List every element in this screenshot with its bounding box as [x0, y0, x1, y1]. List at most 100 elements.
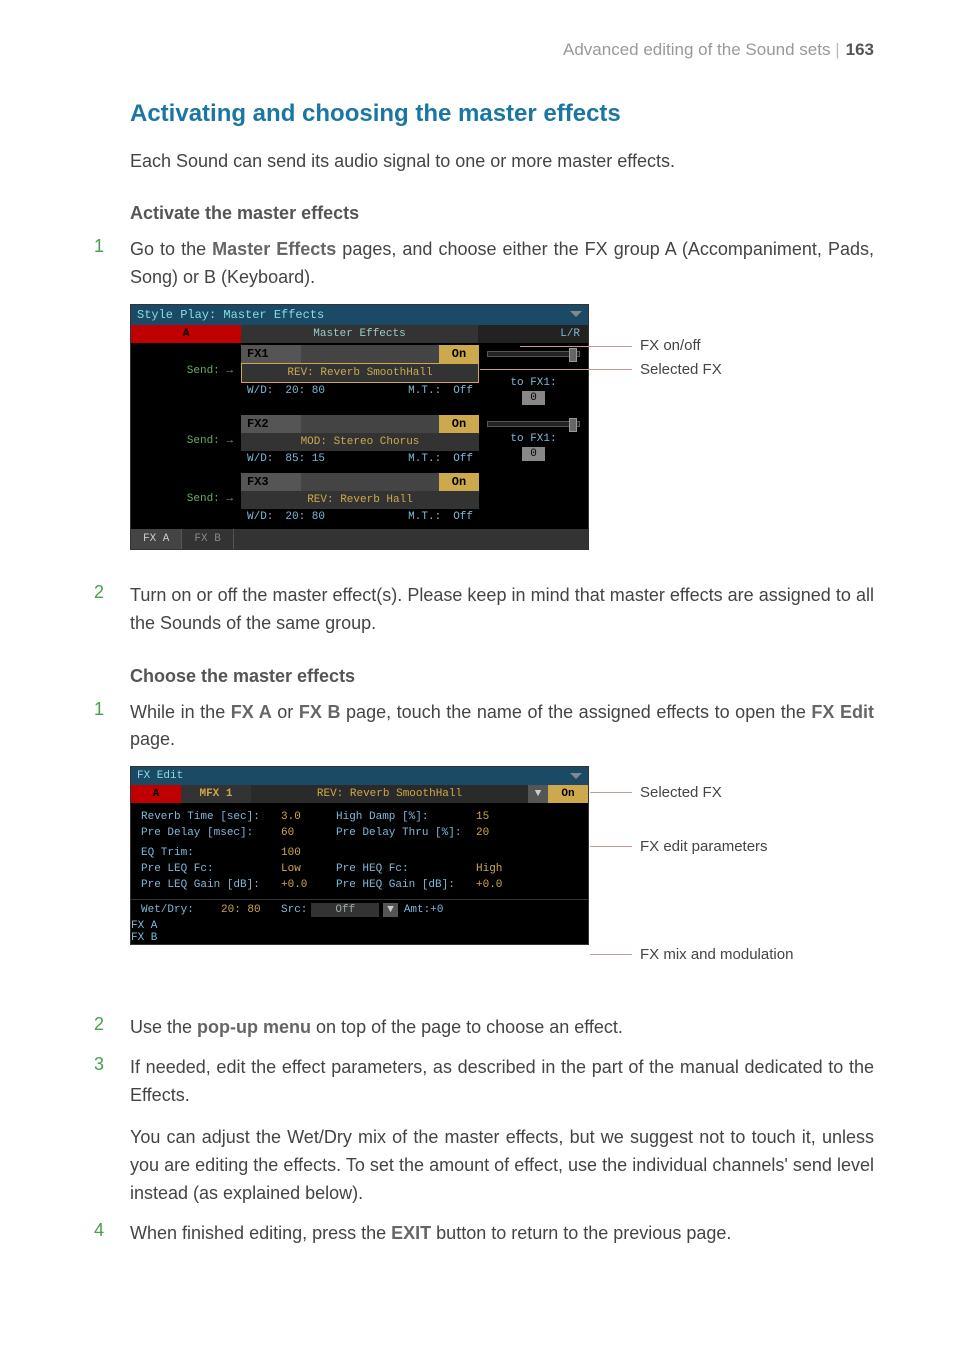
tab-fxa[interactable]: FX A — [131, 920, 588, 932]
param-value[interactable]: High — [476, 863, 526, 875]
wetdry-label: Wet/Dry: — [141, 904, 221, 916]
param-value[interactable]: 60 — [281, 827, 336, 839]
callout-fx-edit-params: FX edit parameters — [640, 838, 768, 855]
fx2-wd-value[interactable]: 85: 15 — [285, 453, 325, 465]
step-text: While in the FX A or FX B page, touch th… — [130, 699, 874, 755]
window-title: Style Play: Master Effects — [137, 308, 324, 322]
screenshot-master-effects: Style Play: Master Effects A Master Effe… — [130, 304, 589, 550]
step-number: 1 — [90, 236, 130, 257]
param-label: Pre Delay Thru [%]: — [336, 827, 476, 839]
send-label: Send: — [187, 365, 220, 377]
group-tab-a[interactable]: A — [131, 325, 241, 343]
param-label: Pre LEQ Fc: — [141, 863, 281, 875]
window-titlebar: Style Play: Master Effects — [131, 305, 588, 325]
step-text: Turn on or off the master effect(s). Ple… — [130, 582, 874, 638]
fx1-name[interactable]: REV: Reverb SmoothHall — [241, 363, 479, 383]
tofx-label: to FX1: — [487, 433, 580, 445]
fx1-wd-value[interactable]: 20: 80 — [285, 385, 325, 397]
fx3-wd-value[interactable]: 20: 80 — [285, 511, 325, 523]
fx2-mt-value[interactable]: Off — [453, 453, 473, 465]
fx2-wd-label: W/D: — [247, 453, 273, 465]
tab-fxb[interactable]: FX B — [182, 529, 233, 549]
step-2: 2 Turn on or off the master effect(s). P… — [90, 582, 874, 638]
header-bar: | — [835, 40, 839, 59]
param-label: Pre Delay [msec]: — [141, 827, 281, 839]
param-value[interactable]: 20 — [476, 827, 526, 839]
tab-fxa[interactable]: FX A — [131, 529, 182, 549]
fx2-on-button[interactable]: On — [439, 415, 479, 433]
fx2-mt-label: M.T.: — [408, 453, 441, 465]
step-text: When finished editing, press the EXIT bu… — [130, 1220, 874, 1248]
param-label: Reverb Time [sec]: — [141, 811, 281, 823]
param-label — [336, 847, 476, 859]
section-heading: Activating and choosing the master effec… — [130, 100, 874, 128]
step-4: 2 Use the pop-up menu on top of the page… — [90, 1014, 874, 1042]
param-label: Pre HEQ Gain [dB]: — [336, 879, 476, 891]
step-5: 3 If needed, edit the effect parameters,… — [90, 1054, 874, 1207]
intro-text: Each Sound can send its audio signal to … — [130, 148, 874, 175]
subheading-activate: Activate the master effects — [130, 203, 874, 224]
fx1-label: FX1 — [241, 345, 301, 363]
screenshot-fx-edit: FX Edit A MFX 1 REV: Reverb SmoothHall ▼… — [130, 766, 589, 945]
fx2-name[interactable]: MOD: Stereo Chorus — [241, 433, 479, 451]
param-value[interactable] — [476, 847, 526, 859]
callout-fx-onoff: FX on/off — [640, 337, 701, 354]
wetdry-value[interactable]: 20: 80 — [221, 904, 281, 916]
src-label: Src: — [281, 904, 307, 916]
lr-label: L/R — [478, 325, 588, 343]
param-value[interactable]: +0.0 — [281, 879, 336, 891]
param-value[interactable]: 100 — [281, 847, 336, 859]
callout-selected-fx: Selected FX — [640, 361, 722, 378]
param-value[interactable]: 15 — [476, 811, 526, 823]
fx1-mt-value[interactable]: Off — [453, 385, 473, 397]
fx-parameters: Reverb Time [sec]:3.0High Damp [%]:15Pre… — [131, 803, 588, 899]
send-label: Send: — [187, 435, 220, 447]
fx3-label: FX3 — [241, 473, 301, 491]
lr-slider[interactable] — [487, 351, 580, 357]
fx-name-selector[interactable]: REV: Reverb SmoothHall — [251, 785, 528, 803]
callout-selected-fx: Selected FX — [640, 784, 722, 801]
fx3-mt-label: M.T.: — [408, 511, 441, 523]
fx3-on-button[interactable]: On — [439, 473, 479, 491]
step-6: 4 When finished editing, press the EXIT … — [90, 1220, 874, 1248]
figure-master-effects: Style Play: Master Effects A Master Effe… — [130, 304, 874, 564]
send-slider[interactable] — [487, 421, 580, 427]
step-text: If needed, edit the effect parameters, a… — [130, 1054, 874, 1207]
step-1: 1 Go to the Master Effects pages, and ch… — [90, 236, 874, 292]
src-value[interactable]: Off — [311, 903, 379, 917]
step-text: Use the pop-up menu on top of the page t… — [130, 1014, 874, 1042]
menu-icon[interactable] — [570, 311, 582, 317]
param-label: Pre HEQ Fc: — [336, 863, 476, 875]
param-label: EQ Trim: — [141, 847, 281, 859]
group-tab-a[interactable]: A — [131, 785, 181, 803]
param-value[interactable]: +0.0 — [476, 879, 526, 891]
param-label: Pre LEQ Gain [dB]: — [141, 879, 281, 891]
tofx-value[interactable]: 0 — [522, 447, 545, 461]
fx-on-button[interactable]: On — [548, 785, 588, 803]
amt-value[interactable]: Amt:+0 — [404, 904, 444, 916]
window-title: FX Edit — [137, 770, 183, 782]
step-number: 4 — [90, 1220, 130, 1241]
page-header: Advanced editing of the Sound sets | 163 — [90, 40, 874, 60]
page-number: 163 — [846, 40, 874, 59]
dropdown-icon[interactable]: ▼ — [528, 785, 548, 803]
fx1-wd-label: W/D: — [247, 385, 273, 397]
menu-icon[interactable] — [570, 773, 582, 779]
callout-fx-mix: FX mix and modulation — [640, 946, 793, 963]
fx3-mt-value[interactable]: Off — [453, 511, 473, 523]
tofx-value[interactable]: 0 — [522, 391, 545, 405]
window-titlebar: FX Edit — [131, 767, 588, 785]
header-title: Advanced editing of the Sound sets — [563, 40, 830, 59]
step-number: 1 — [90, 699, 130, 720]
fx3-name[interactable]: REV: Reverb Hall — [241, 491, 479, 509]
fx1-mt-label: M.T.: — [408, 385, 441, 397]
dropdown-icon[interactable]: ▼ — [383, 903, 398, 917]
fx3-wd-label: W/D: — [247, 511, 273, 523]
tofx-label: to FX1: — [487, 377, 580, 389]
param-value[interactable]: 3.0 — [281, 811, 336, 823]
fx1-on-button[interactable]: On — [439, 345, 479, 363]
step-3: 1 While in the FX A or FX B page, touch … — [90, 699, 874, 755]
tab-fxb[interactable]: FX B — [131, 932, 588, 944]
param-label: High Damp [%]: — [336, 811, 476, 823]
param-value[interactable]: Low — [281, 863, 336, 875]
